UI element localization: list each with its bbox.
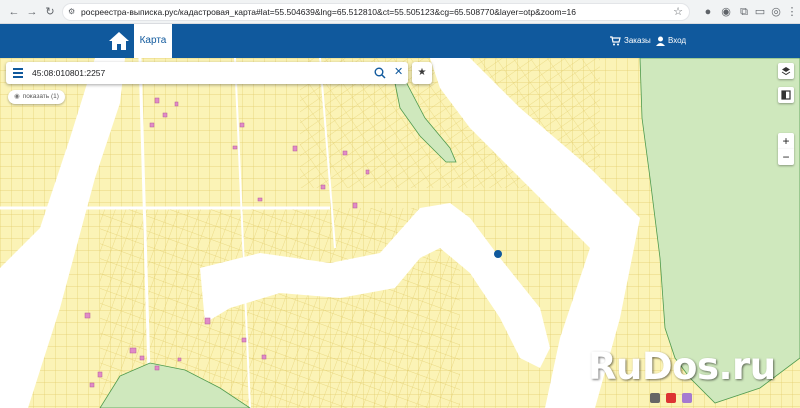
address-bar[interactable]: ⚙ росреестра-выписка.рус/кадастровая_кар…	[62, 3, 690, 21]
search-panel: 45:08:010801:2257 ✕	[6, 62, 408, 84]
search-icon[interactable]	[374, 66, 386, 79]
extension-icon[interactable]: ●	[700, 4, 716, 20]
orders-label: Заказы	[624, 36, 651, 45]
puzzle-icon[interactable]: ⧉	[736, 4, 752, 20]
search-input[interactable]: 45:08:010801:2257	[32, 68, 105, 78]
zoom-out-button[interactable]: −	[778, 149, 794, 165]
orders-link[interactable]: Заказы	[610, 24, 651, 58]
url-text: росреестра-выписка.рус/кадастровая_карта…	[81, 7, 576, 17]
menu-icon[interactable]	[13, 68, 23, 78]
zoom-in-button[interactable]: +	[778, 133, 794, 149]
user-icon	[656, 36, 665, 46]
back-icon[interactable]: ←	[6, 4, 22, 20]
login-label: Вход	[668, 36, 687, 45]
bookmark-star-icon[interactable]: ☆	[673, 5, 683, 18]
parcel-marker	[494, 250, 502, 258]
eye-icon: ◉	[14, 93, 20, 100]
layers-icon[interactable]	[778, 63, 794, 79]
favorite-button[interactable]: ★	[412, 62, 432, 84]
close-icon[interactable]: ✕	[394, 65, 403, 78]
tab-search-icon[interactable]: ▭	[752, 4, 768, 20]
extension-icon[interactable]: ◉	[718, 4, 734, 20]
show-button-label: показать (1)	[22, 93, 59, 100]
login-link[interactable]: Вход	[656, 24, 686, 58]
browser-toolbar: ← → ↻ ⚙ росреестра-выписка.рус/кадастров…	[0, 0, 800, 24]
site-header: Карта Заказы Вход	[0, 24, 800, 58]
site-info-icon[interactable]: ⚙	[68, 7, 78, 17]
cart-icon	[610, 36, 621, 46]
watermark-logo: RuDos.ru	[588, 345, 776, 388]
basemap-icon[interactable]	[778, 87, 794, 103]
home-icon[interactable]	[108, 30, 130, 52]
tab-map[interactable]: Карта	[134, 24, 172, 58]
profile-icon[interactable]: ◎	[768, 4, 784, 20]
reload-icon[interactable]: ↻	[42, 4, 58, 20]
show-button[interactable]: ◉ показать (1)	[8, 90, 65, 104]
kebab-menu-icon[interactable]: ⋮	[784, 4, 800, 20]
forward-icon[interactable]: →	[24, 4, 40, 20]
